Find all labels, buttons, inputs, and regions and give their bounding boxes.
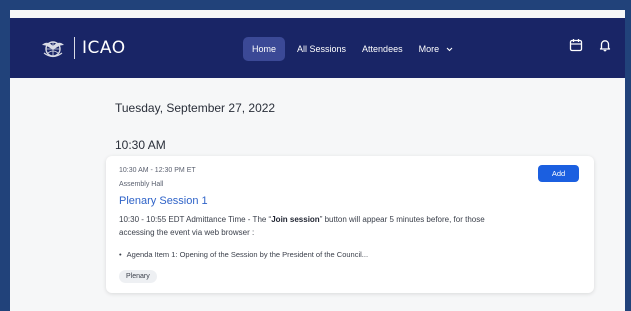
session-location: Assembly Hall	[119, 181, 164, 188]
window-border-left	[0, 0, 10, 311]
session-description: 10:30 - 10:55 EDT Admittance Time - The …	[119, 213, 514, 239]
window-border-top	[0, 0, 631, 10]
time-slot-heading: 10:30 AM	[115, 138, 166, 152]
session-time-range: 10:30 AM - 12:30 PM ET	[119, 167, 196, 174]
nav-attendees[interactable]: Attendees	[362, 44, 403, 54]
app-frame: ICAO Home All Sessions Attendees More Tu…	[0, 0, 631, 311]
add-session-button[interactable]: Add	[538, 165, 579, 182]
agenda-list-item: • Agenda Item 1: Opening of the Session …	[119, 250, 368, 259]
session-title-link[interactable]: Plenary Session 1	[119, 195, 208, 207]
top-navbar: ICAO Home All Sessions Attendees More	[10, 18, 625, 78]
nav-all-sessions[interactable]: All Sessions	[297, 44, 346, 54]
icao-emblem-icon	[42, 41, 64, 58]
join-session-emphasis: Join session	[271, 215, 320, 224]
window-border-right	[625, 0, 631, 311]
logo-divider	[74, 37, 75, 59]
session-description-start: 10:30 - 10:55 EDT Admittance Time - The …	[119, 215, 272, 224]
main-nav: Home All Sessions Attendees More	[243, 37, 469, 61]
brand-logo[interactable]: ICAO	[38, 32, 126, 64]
session-card[interactable]: 10:30 AM - 12:30 PM ET Assembly Hall Ple…	[106, 156, 594, 293]
nav-more[interactable]: More	[419, 44, 454, 54]
chevron-down-icon	[446, 47, 453, 51]
calendar-icon[interactable]	[569, 38, 583, 52]
bullet-icon: •	[119, 250, 122, 259]
session-tag[interactable]: Plenary	[119, 270, 157, 283]
bell-icon[interactable]	[598, 38, 612, 52]
brand-name: ICAO	[82, 38, 126, 58]
nav-more-label: More	[418, 44, 440, 54]
schedule-date-heading: Tuesday, September 27, 2022	[115, 101, 276, 115]
nav-home[interactable]: Home	[243, 37, 286, 61]
agenda-item-text: Agenda Item 1: Opening of the Session by…	[126, 250, 369, 259]
